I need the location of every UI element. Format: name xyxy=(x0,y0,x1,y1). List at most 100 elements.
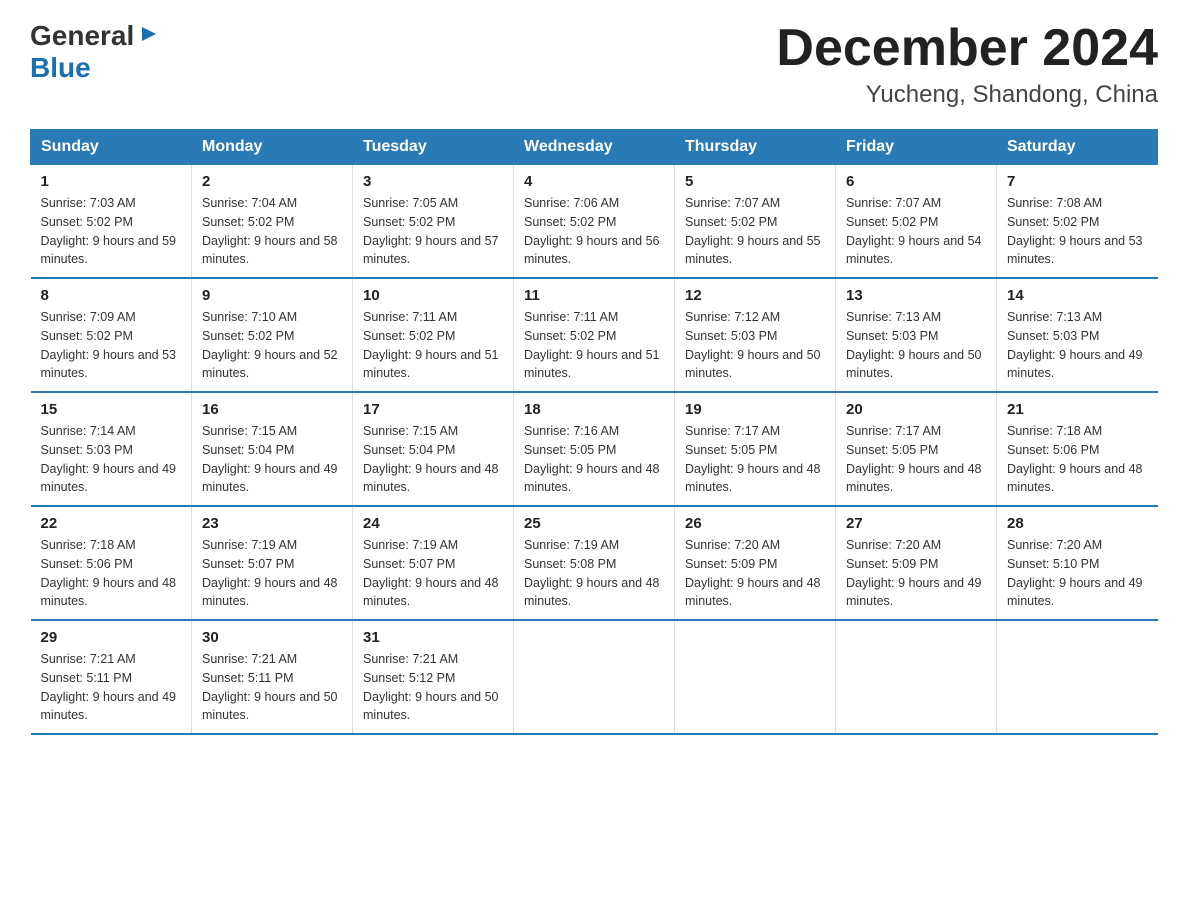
calendar-cell: 9 Sunrise: 7:10 AM Sunset: 5:02 PM Dayli… xyxy=(192,278,353,392)
day-info: Sunrise: 7:11 AM Sunset: 5:02 PM Dayligh… xyxy=(363,308,503,383)
day-info: Sunrise: 7:20 AM Sunset: 5:09 PM Dayligh… xyxy=(685,536,825,611)
calendar-cell: 6 Sunrise: 7:07 AM Sunset: 5:02 PM Dayli… xyxy=(836,165,997,279)
day-number: 6 xyxy=(846,173,986,190)
month-title: December 2024 xyxy=(776,20,1158,77)
calendar-header-row: SundayMondayTuesdayWednesdayThursdayFrid… xyxy=(31,130,1158,165)
day-number: 1 xyxy=(41,173,182,190)
day-number: 14 xyxy=(1007,287,1148,304)
calendar-cell: 11 Sunrise: 7:11 AM Sunset: 5:02 PM Dayl… xyxy=(514,278,675,392)
day-info: Sunrise: 7:10 AM Sunset: 5:02 PM Dayligh… xyxy=(202,308,342,383)
calendar-week-row: 22 Sunrise: 7:18 AM Sunset: 5:06 PM Dayl… xyxy=(31,506,1158,620)
calendar-cell: 5 Sunrise: 7:07 AM Sunset: 5:02 PM Dayli… xyxy=(675,165,836,279)
day-number: 8 xyxy=(41,287,182,304)
day-number: 13 xyxy=(846,287,986,304)
logo-general-text: General xyxy=(30,20,134,52)
day-number: 10 xyxy=(363,287,503,304)
column-header-friday: Friday xyxy=(836,130,997,165)
day-info: Sunrise: 7:04 AM Sunset: 5:02 PM Dayligh… xyxy=(202,194,342,269)
day-info: Sunrise: 7:17 AM Sunset: 5:05 PM Dayligh… xyxy=(685,422,825,497)
calendar-cell: 1 Sunrise: 7:03 AM Sunset: 5:02 PM Dayli… xyxy=(31,165,192,279)
calendar-cell: 27 Sunrise: 7:20 AM Sunset: 5:09 PM Dayl… xyxy=(836,506,997,620)
location: Yucheng, Shandong, China xyxy=(776,81,1158,109)
day-info: Sunrise: 7:07 AM Sunset: 5:02 PM Dayligh… xyxy=(685,194,825,269)
day-info: Sunrise: 7:15 AM Sunset: 5:04 PM Dayligh… xyxy=(363,422,503,497)
day-info: Sunrise: 7:16 AM Sunset: 5:05 PM Dayligh… xyxy=(524,422,664,497)
column-header-monday: Monday xyxy=(192,130,353,165)
day-number: 27 xyxy=(846,515,986,532)
day-number: 4 xyxy=(524,173,664,190)
column-header-sunday: Sunday xyxy=(31,130,192,165)
day-number: 31 xyxy=(363,629,503,646)
calendar-cell: 30 Sunrise: 7:21 AM Sunset: 5:11 PM Dayl… xyxy=(192,620,353,734)
day-info: Sunrise: 7:11 AM Sunset: 5:02 PM Dayligh… xyxy=(524,308,664,383)
day-info: Sunrise: 7:07 AM Sunset: 5:02 PM Dayligh… xyxy=(846,194,986,269)
day-info: Sunrise: 7:21 AM Sunset: 5:11 PM Dayligh… xyxy=(41,650,182,725)
day-info: Sunrise: 7:06 AM Sunset: 5:02 PM Dayligh… xyxy=(524,194,664,269)
calendar-cell: 22 Sunrise: 7:18 AM Sunset: 5:06 PM Dayl… xyxy=(31,506,192,620)
calendar-cell: 12 Sunrise: 7:12 AM Sunset: 5:03 PM Dayl… xyxy=(675,278,836,392)
day-number: 30 xyxy=(202,629,342,646)
column-header-saturday: Saturday xyxy=(997,130,1158,165)
calendar-cell xyxy=(675,620,836,734)
day-info: Sunrise: 7:19 AM Sunset: 5:07 PM Dayligh… xyxy=(202,536,342,611)
calendar-cell: 3 Sunrise: 7:05 AM Sunset: 5:02 PM Dayli… xyxy=(353,165,514,279)
calendar-cell: 8 Sunrise: 7:09 AM Sunset: 5:02 PM Dayli… xyxy=(31,278,192,392)
calendar-week-row: 15 Sunrise: 7:14 AM Sunset: 5:03 PM Dayl… xyxy=(31,392,1158,506)
calendar-cell: 29 Sunrise: 7:21 AM Sunset: 5:11 PM Dayl… xyxy=(31,620,192,734)
calendar-cell: 25 Sunrise: 7:19 AM Sunset: 5:08 PM Dayl… xyxy=(514,506,675,620)
calendar-cell xyxy=(836,620,997,734)
day-info: Sunrise: 7:05 AM Sunset: 5:02 PM Dayligh… xyxy=(363,194,503,269)
day-number: 24 xyxy=(363,515,503,532)
calendar-cell: 17 Sunrise: 7:15 AM Sunset: 5:04 PM Dayl… xyxy=(353,392,514,506)
column-header-tuesday: Tuesday xyxy=(353,130,514,165)
day-info: Sunrise: 7:19 AM Sunset: 5:07 PM Dayligh… xyxy=(363,536,503,611)
day-number: 18 xyxy=(524,401,664,418)
day-info: Sunrise: 7:09 AM Sunset: 5:02 PM Dayligh… xyxy=(41,308,182,383)
day-info: Sunrise: 7:21 AM Sunset: 5:12 PM Dayligh… xyxy=(363,650,503,725)
calendar-cell: 7 Sunrise: 7:08 AM Sunset: 5:02 PM Dayli… xyxy=(997,165,1158,279)
calendar-cell: 2 Sunrise: 7:04 AM Sunset: 5:02 PM Dayli… xyxy=(192,165,353,279)
calendar-cell: 19 Sunrise: 7:17 AM Sunset: 5:05 PM Dayl… xyxy=(675,392,836,506)
calendar-cell: 14 Sunrise: 7:13 AM Sunset: 5:03 PM Dayl… xyxy=(997,278,1158,392)
day-info: Sunrise: 7:18 AM Sunset: 5:06 PM Dayligh… xyxy=(1007,422,1148,497)
calendar-cell: 31 Sunrise: 7:21 AM Sunset: 5:12 PM Dayl… xyxy=(353,620,514,734)
day-info: Sunrise: 7:13 AM Sunset: 5:03 PM Dayligh… xyxy=(1007,308,1148,383)
calendar-week-row: 8 Sunrise: 7:09 AM Sunset: 5:02 PM Dayli… xyxy=(31,278,1158,392)
day-info: Sunrise: 7:19 AM Sunset: 5:08 PM Dayligh… xyxy=(524,536,664,611)
day-number: 19 xyxy=(685,401,825,418)
day-number: 12 xyxy=(685,287,825,304)
logo: General Blue xyxy=(30,20,160,84)
day-number: 20 xyxy=(846,401,986,418)
day-info: Sunrise: 7:08 AM Sunset: 5:02 PM Dayligh… xyxy=(1007,194,1148,269)
day-number: 11 xyxy=(524,287,664,304)
calendar-cell: 21 Sunrise: 7:18 AM Sunset: 5:06 PM Dayl… xyxy=(997,392,1158,506)
day-number: 28 xyxy=(1007,515,1148,532)
day-number: 17 xyxy=(363,401,503,418)
day-info: Sunrise: 7:17 AM Sunset: 5:05 PM Dayligh… xyxy=(846,422,986,497)
calendar-cell: 4 Sunrise: 7:06 AM Sunset: 5:02 PM Dayli… xyxy=(514,165,675,279)
day-info: Sunrise: 7:12 AM Sunset: 5:03 PM Dayligh… xyxy=(685,308,825,383)
day-info: Sunrise: 7:18 AM Sunset: 5:06 PM Dayligh… xyxy=(41,536,182,611)
day-info: Sunrise: 7:13 AM Sunset: 5:03 PM Dayligh… xyxy=(846,308,986,383)
calendar-cell: 15 Sunrise: 7:14 AM Sunset: 5:03 PM Dayl… xyxy=(31,392,192,506)
day-number: 26 xyxy=(685,515,825,532)
calendar-cell: 13 Sunrise: 7:13 AM Sunset: 5:03 PM Dayl… xyxy=(836,278,997,392)
calendar-cell: 16 Sunrise: 7:15 AM Sunset: 5:04 PM Dayl… xyxy=(192,392,353,506)
logo-arrow-icon xyxy=(138,23,160,50)
day-info: Sunrise: 7:20 AM Sunset: 5:10 PM Dayligh… xyxy=(1007,536,1148,611)
day-number: 7 xyxy=(1007,173,1148,190)
day-number: 16 xyxy=(202,401,342,418)
calendar-cell: 10 Sunrise: 7:11 AM Sunset: 5:02 PM Dayl… xyxy=(353,278,514,392)
day-number: 21 xyxy=(1007,401,1148,418)
calendar-cell: 24 Sunrise: 7:19 AM Sunset: 5:07 PM Dayl… xyxy=(353,506,514,620)
day-info: Sunrise: 7:15 AM Sunset: 5:04 PM Dayligh… xyxy=(202,422,342,497)
column-header-wednesday: Wednesday xyxy=(514,130,675,165)
calendar-cell: 28 Sunrise: 7:20 AM Sunset: 5:10 PM Dayl… xyxy=(997,506,1158,620)
calendar-cell: 20 Sunrise: 7:17 AM Sunset: 5:05 PM Dayl… xyxy=(836,392,997,506)
calendar-cell: 23 Sunrise: 7:19 AM Sunset: 5:07 PM Dayl… xyxy=(192,506,353,620)
calendar-cell xyxy=(514,620,675,734)
calendar-cell xyxy=(997,620,1158,734)
day-info: Sunrise: 7:20 AM Sunset: 5:09 PM Dayligh… xyxy=(846,536,986,611)
day-number: 23 xyxy=(202,515,342,532)
calendar-cell: 18 Sunrise: 7:16 AM Sunset: 5:05 PM Dayl… xyxy=(514,392,675,506)
